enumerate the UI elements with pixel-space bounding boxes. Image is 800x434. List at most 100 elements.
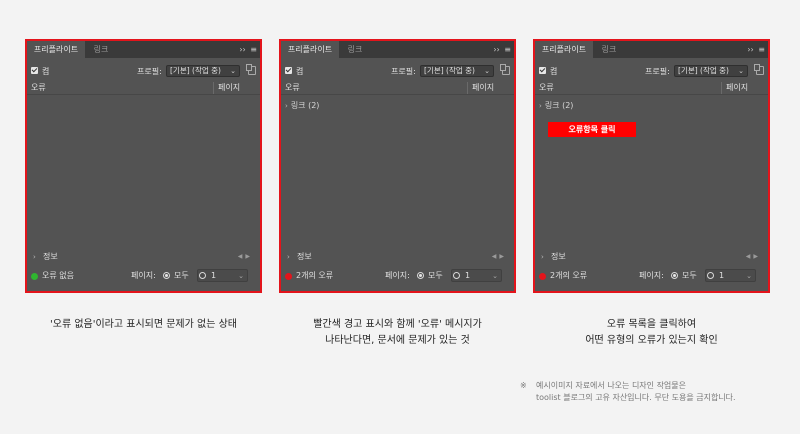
info-label: 정보: [297, 252, 312, 261]
chevron-right-icon[interactable]: ›: [285, 102, 288, 110]
nav-arrows-icon[interactable]: ◀▶: [238, 251, 253, 263]
error-list-item-links[interactable]: › 링크 (2): [539, 100, 573, 112]
chevron-down-icon: ⌄: [746, 272, 752, 280]
tab-links[interactable]: 링크: [89, 41, 113, 58]
info-section[interactable]: › 정보 ◀▶: [27, 251, 260, 263]
status-error-icon: [285, 273, 292, 280]
on-checkbox[interactable]: 켬: [31, 66, 49, 77]
panel-menu[interactable]: ›› ≡: [237, 41, 257, 58]
chevron-down-icon: ⌄: [230, 67, 236, 75]
chevron-right-icon: ›: [287, 253, 290, 261]
panel-tabbar: 프리플라이트 링크 ›› ≡: [535, 41, 768, 58]
define-profiles-icon[interactable]: [246, 64, 256, 75]
on-checkbox[interactable]: 켬: [285, 66, 303, 77]
column-error[interactable]: 오류: [31, 82, 46, 94]
collapse-arrows-icon[interactable]: ››: [747, 45, 753, 54]
status-bar: 2개의 오류 페이지: 모두 ⌄ 1: [281, 268, 514, 284]
profile-value: [기본] (작업 중): [678, 66, 729, 75]
panel-menu-icon[interactable]: ≡: [758, 45, 765, 54]
on-checkbox[interactable]: 켬: [539, 66, 557, 77]
note-mark: ※: [520, 381, 527, 390]
panel-tabbar: 프리플라이트 링크 ›› ≡: [27, 41, 260, 58]
page-label: 페이지:: [385, 271, 410, 280]
tab-links[interactable]: 링크: [597, 41, 621, 58]
caption-errors: 빨간색 경고 표시와 함께 '오류' 메시지가 나타난다면, 문서에 문제가 있…: [281, 317, 514, 349]
panel-tabbar: 프리플라이트 링크 ›› ≡: [281, 41, 514, 58]
note-line: toolist 블로그의 고유 자산입니다. 무단 도용을 금지합니다.: [536, 393, 736, 402]
radio-page[interactable]: [707, 272, 714, 279]
on-label: 켬: [550, 67, 558, 76]
collapse-arrows-icon[interactable]: ››: [493, 45, 499, 54]
chevron-right-icon: ›: [541, 253, 544, 261]
radio-page-label: 1: [211, 271, 217, 280]
caption-no-errors: '오류 없음'이라고 표시되면 문제가 없는 상태: [27, 317, 260, 333]
radio-all[interactable]: [671, 272, 678, 279]
checkbox-checked-icon[interactable]: [285, 67, 292, 74]
radio-all-label: 모두: [682, 271, 697, 280]
radio-all[interactable]: [417, 272, 424, 279]
error-list-header: 오류 페이지: [535, 82, 768, 95]
panel-menu-icon[interactable]: ≡: [504, 45, 511, 54]
on-label: 켬: [296, 67, 304, 76]
collapse-arrows-icon[interactable]: ››: [239, 45, 245, 54]
page-label: 페이지:: [131, 271, 156, 280]
caption-line: 빨간색 경고 표시와 함께 '오류' 메시지가: [313, 319, 482, 330]
error-list-header: 오류 페이지: [27, 82, 260, 95]
tab-preflight[interactable]: 프리플라이트: [27, 41, 85, 58]
caption-line: 어떤 유형의 오류가 있는지 확인: [585, 335, 718, 346]
note-line: 예시이미지 자료에서 나오는 디자인 작업물은: [536, 381, 687, 390]
status-text: 2개의 오류: [296, 271, 334, 280]
radio-page-label: 1: [465, 271, 471, 280]
radio-all-label: 모두: [174, 271, 189, 280]
chevron-right-icon[interactable]: ›: [539, 102, 542, 110]
on-label: 켬: [42, 67, 50, 76]
chevron-down-icon: ⌄: [484, 67, 490, 75]
define-profiles-icon[interactable]: [754, 64, 764, 75]
profile-label: 프로필:: [137, 67, 162, 76]
radio-page[interactable]: [199, 272, 206, 279]
tab-preflight[interactable]: 프리플라이트: [281, 41, 339, 58]
status-bar: 2개의 오류 페이지: 모두 ⌄ 1: [535, 268, 768, 284]
error-list-item-links[interactable]: › 링크 (2): [285, 100, 319, 112]
preflight-panel-no-errors: 프리플라이트 링크 ›› ≡ 켬 프로필: [기본] (작업 중) ⌄ 오류 페…: [25, 39, 262, 293]
tab-preflight[interactable]: 프리플라이트: [535, 41, 593, 58]
define-profiles-icon[interactable]: [500, 64, 510, 75]
status-error-icon: [539, 273, 546, 280]
profile-select[interactable]: [기본] (작업 중) ⌄: [166, 65, 240, 77]
status-text: 오류 없음: [42, 271, 74, 280]
chevron-down-icon: ⌄: [738, 67, 744, 75]
nav-arrows-icon[interactable]: ◀▶: [492, 251, 507, 263]
info-label: 정보: [43, 252, 58, 261]
profile-select[interactable]: [기본] (작업 중) ⌄: [420, 65, 494, 77]
column-error[interactable]: 오류: [285, 82, 300, 94]
chevron-down-icon: ⌄: [492, 272, 498, 280]
nav-arrows-icon[interactable]: ◀▶: [746, 251, 761, 263]
column-page[interactable]: 페이지: [467, 82, 494, 94]
panel-menu[interactable]: ›› ≡: [745, 41, 765, 58]
radio-page[interactable]: [453, 272, 460, 279]
error-item-label: 링크 (2): [290, 101, 320, 110]
caption-line: 오류 목록을 클릭하여: [606, 319, 697, 330]
checkbox-checked-icon[interactable]: [31, 67, 38, 74]
info-section[interactable]: › 정보 ◀▶: [281, 251, 514, 263]
panel-menu-icon[interactable]: ≡: [250, 45, 257, 54]
status-bar: 오류 없음 페이지: 모두 ⌄ 1: [27, 268, 260, 284]
chevron-right-icon: ›: [33, 253, 36, 261]
radio-page-label: 1: [719, 271, 725, 280]
checkbox-checked-icon[interactable]: [539, 67, 546, 74]
caption-click-errors: 오류 목록을 클릭하여 어떤 유형의 오류가 있는지 확인: [535, 317, 768, 349]
column-error[interactable]: 오류: [539, 82, 554, 94]
status-text: 2개의 오류: [550, 271, 588, 280]
column-page[interactable]: 페이지: [721, 82, 748, 94]
column-page[interactable]: 페이지: [213, 82, 240, 94]
profile-select[interactable]: [기본] (작업 중) ⌄: [674, 65, 748, 77]
profile-value: [기본] (작업 중): [170, 66, 221, 75]
profile-label: 프로필:: [645, 67, 670, 76]
preflight-panel-with-errors: 프리플라이트 링크 ›› ≡ 켬 프로필: [기본] (작업 중) ⌄ 오류 페…: [279, 39, 516, 293]
radio-all[interactable]: [163, 272, 170, 279]
panel-menu[interactable]: ›› ≡: [491, 41, 511, 58]
caption-line: '오류 없음'이라고 표시되면 문제가 없는 상태: [50, 319, 237, 330]
tab-links[interactable]: 링크: [343, 41, 367, 58]
chevron-down-icon: ⌄: [238, 272, 244, 280]
info-section[interactable]: › 정보 ◀▶: [535, 251, 768, 263]
